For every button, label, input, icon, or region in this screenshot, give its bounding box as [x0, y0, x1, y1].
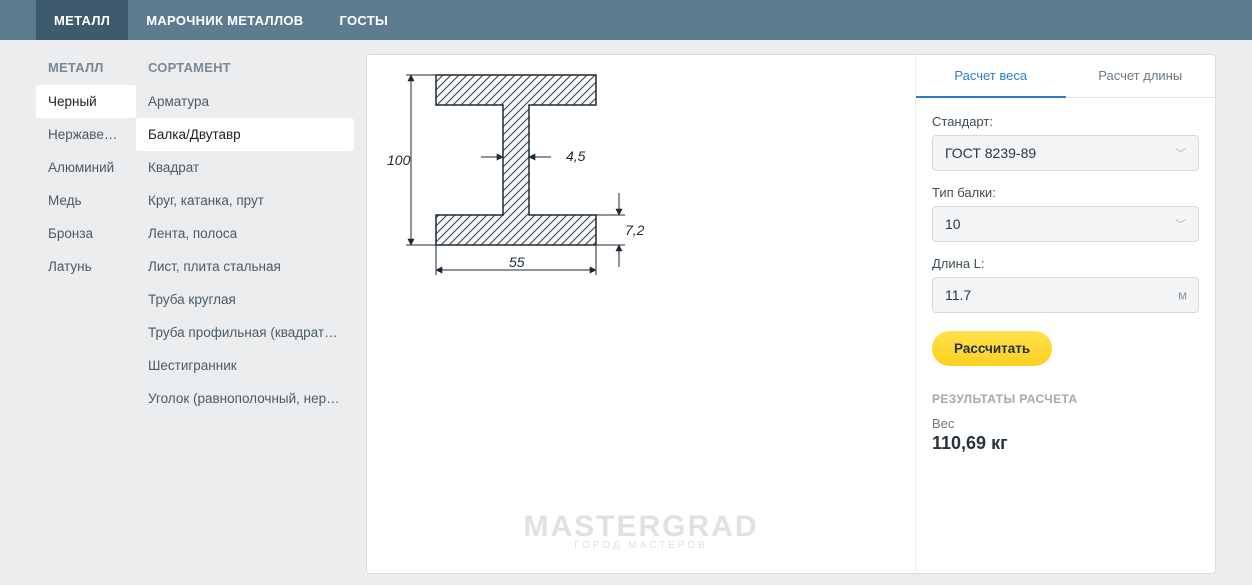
tab-weight[interactable]: Расчет веса [916, 55, 1066, 98]
chevron-down-icon: ﹀ [1175, 216, 1186, 232]
content-card: 100 55 4,5 7,2 MASTERGRAD ГОРОД МА [366, 54, 1216, 574]
sidebar-metal-item[interactable]: Латунь [36, 250, 136, 283]
watermark: MASTERGRAD ГОРОД МАСТЕРОВ [524, 510, 759, 551]
calc-panel: Расчет веса Расчет длины Стандарт: ГОСТ … [915, 55, 1215, 573]
select-beam-type-value: 10 [945, 216, 961, 232]
input-length-value: 11.7 [945, 287, 971, 303]
calc-tabs: Расчет веса Расчет длины [916, 55, 1215, 98]
top-nav: МЕТАЛЛ МАРОЧНИК МЕТАЛЛОВ ГОСТЫ [0, 0, 1252, 40]
sidebar-metal-header: МЕТАЛЛ [36, 54, 136, 85]
input-length[interactable]: 11.7 [932, 277, 1199, 313]
sidebar-sortament-item[interactable]: Труба круглая [136, 283, 354, 316]
sidebar-sortament-header: СОРТАМЕНТ [136, 54, 354, 85]
select-standard[interactable]: ГОСТ 8239-89 ﹀ [932, 135, 1199, 171]
label-standard: Стандарт: [932, 114, 1199, 129]
svg-text:7,2: 7,2 [625, 222, 645, 238]
chevron-down-icon: ﹀ [1175, 145, 1186, 161]
sidebar-sortament-item[interactable]: Уголок (равнополочный, неравн… [136, 382, 354, 415]
sidebar-metal-item[interactable]: Бронза [36, 217, 136, 250]
sidebar-metal: МЕТАЛЛ Черный Нержавейка Алюминий Медь Б… [36, 54, 136, 574]
sidebar-sortament-item[interactable]: Лист, плита стальная [136, 250, 354, 283]
top-nav-metal[interactable]: МЕТАЛЛ [36, 0, 128, 40]
tab-length[interactable]: Расчет длины [1066, 55, 1216, 97]
svg-text:100: 100 [387, 152, 411, 168]
select-beam-type[interactable]: 10 ﹀ [932, 206, 1199, 242]
input-length-unit: м [1178, 288, 1187, 303]
sidebar-sortament-item[interactable]: Шестигранник [136, 349, 354, 382]
sidebar-metal-item[interactable]: Нержавейка [36, 118, 136, 151]
svg-text:55: 55 [509, 254, 525, 270]
sidebar-sortament: СОРТАМЕНТ Арматура Балка/Двутавр Квадрат… [136, 54, 354, 574]
sidebar-sortament-item[interactable]: Труба профильная (квадратная /… [136, 316, 354, 349]
sidebar-sortament-item[interactable]: Балка/Двутавр [136, 118, 354, 151]
sidebar-sortament-item[interactable]: Круг, катанка, прут [136, 184, 354, 217]
sidebar-sortament-item[interactable]: Арматура [136, 85, 354, 118]
beam-diagram: 100 55 4,5 7,2 [381, 65, 651, 285]
results-header: РЕЗУЛЬТАТЫ РАСЧЕТА [932, 392, 1199, 406]
sidebar-metal-item[interactable]: Алюминий [36, 151, 136, 184]
diagram-area: 100 55 4,5 7,2 MASTERGRAD ГОРОД МА [367, 55, 915, 573]
select-standard-value: ГОСТ 8239-89 [945, 145, 1036, 161]
sidebar-sortament-item[interactable]: Лента, полоса [136, 217, 354, 250]
result-label: Вес [932, 416, 1199, 431]
calculate-button[interactable]: Рассчитать [932, 331, 1052, 366]
top-nav-gosty[interactable]: ГОСТЫ [321, 0, 406, 40]
label-beam-type: Тип балки: [932, 185, 1199, 200]
label-length: Длина L: [932, 256, 1199, 271]
svg-text:4,5: 4,5 [566, 148, 586, 164]
watermark-main: MASTERGRAD [524, 510, 759, 544]
sidebar-sortament-item[interactable]: Квадрат [136, 151, 354, 184]
top-nav-marochnik[interactable]: МАРОЧНИК МЕТАЛЛОВ [128, 0, 321, 40]
result-value: 110,69 кг [932, 433, 1199, 454]
sidebar-metal-item[interactable]: Медь [36, 184, 136, 217]
sidebar-metal-item[interactable]: Черный [36, 85, 136, 118]
